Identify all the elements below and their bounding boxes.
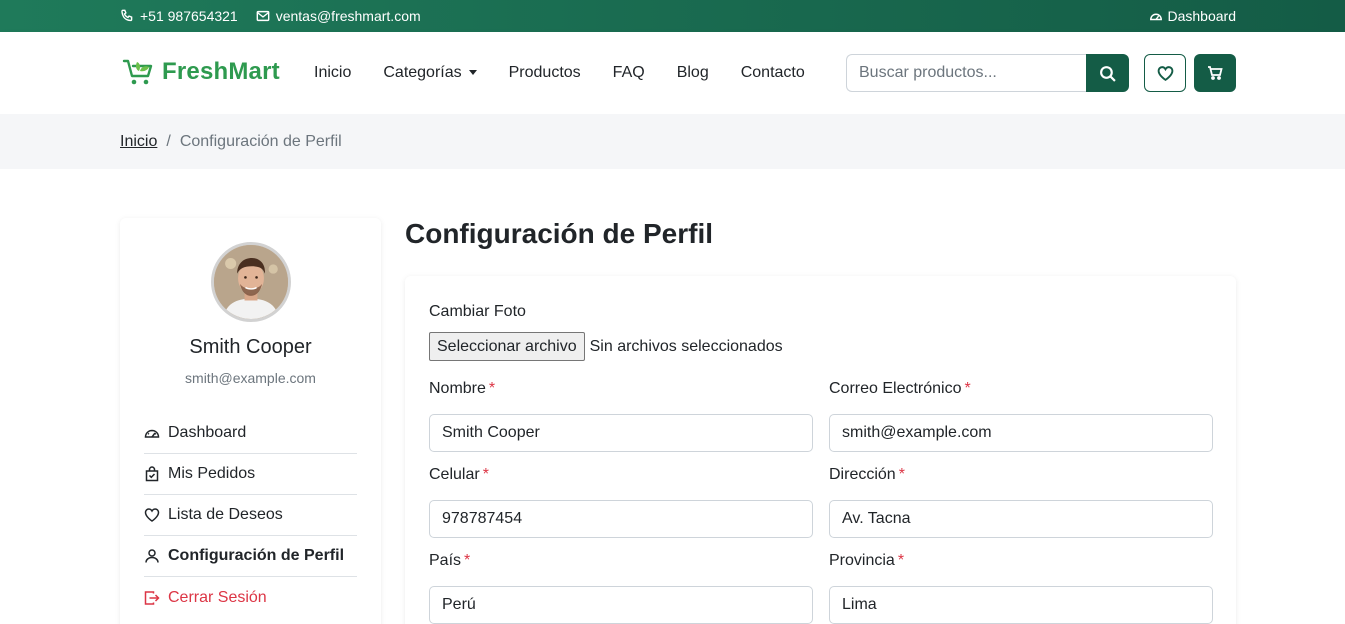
phone-text: +51 987654321 bbox=[140, 8, 238, 24]
nav-menu: Inicio Categorías Productos FAQ Blog Con… bbox=[314, 32, 805, 114]
pais-label: País * bbox=[429, 552, 813, 576]
required-mark: * bbox=[897, 552, 905, 569]
breadcrumb: Inicio / Configuración de Perfil bbox=[120, 114, 342, 169]
search-form bbox=[846, 54, 1129, 92]
nombre-label-text: Nombre bbox=[429, 380, 486, 397]
user-photo bbox=[214, 245, 288, 319]
nav-item-categorias[interactable]: Categorías bbox=[383, 64, 477, 82]
nombre-input[interactable] bbox=[429, 414, 813, 452]
required-mark: * bbox=[488, 380, 496, 397]
provincia-field-group: Provincia * bbox=[829, 552, 1213, 624]
shopping-cart-leaf-icon bbox=[122, 59, 153, 85]
provincia-label-text: Provincia bbox=[829, 552, 895, 569]
gauge-icon bbox=[1149, 13, 1162, 21]
user-name: Smith Cooper bbox=[189, 336, 312, 358]
celular-field-group: Celular * bbox=[429, 466, 813, 538]
heart-icon bbox=[144, 508, 160, 522]
person-icon bbox=[145, 549, 159, 563]
direccion-field-group: Dirección * bbox=[829, 466, 1213, 538]
search-input[interactable] bbox=[846, 54, 1086, 92]
photo-label: Cambiar Foto bbox=[429, 303, 526, 320]
wishlist-button[interactable] bbox=[1144, 54, 1186, 92]
main-navbar: FreshMart Inicio Categorías Productos FA… bbox=[0, 32, 1345, 114]
profile-form-card: Cambiar Foto Seleccionar archivo Sin arc… bbox=[405, 276, 1236, 624]
user-email: smith@example.com bbox=[185, 370, 316, 386]
gauge-icon bbox=[144, 429, 160, 438]
breadcrumb-home-link[interactable]: Inicio bbox=[120, 133, 157, 151]
avatar bbox=[211, 242, 291, 322]
nombre-field-group: Nombre * bbox=[429, 380, 813, 452]
required-mark: * bbox=[898, 466, 905, 483]
pais-field-group: País * bbox=[429, 552, 813, 624]
select-file-button[interactable]: Seleccionar archivo bbox=[429, 332, 585, 361]
contact-phone[interactable]: +51 987654321 bbox=[120, 8, 238, 24]
sidebar-item-mis-pedidos[interactable]: Mis Pedidos bbox=[144, 454, 357, 495]
nav-item-categorias-label: Categorías bbox=[383, 64, 462, 81]
sidebar-item-label: Mis Pedidos bbox=[168, 465, 256, 482]
nav-item-inicio[interactable]: Inicio bbox=[314, 64, 351, 82]
brand-logo[interactable]: FreshMart bbox=[122, 56, 280, 88]
direccion-label: Dirección * bbox=[829, 466, 1213, 490]
breadcrumb-current: Configuración de Perfil bbox=[179, 132, 342, 150]
cart-icon bbox=[1208, 66, 1223, 80]
search-icon bbox=[1100, 65, 1116, 82]
caret-down-icon bbox=[468, 70, 477, 76]
nav-item-contacto[interactable]: Contacto bbox=[741, 64, 805, 82]
celular-label-text: Celular bbox=[429, 466, 480, 483]
correo-field-group: Correo Electrónico * bbox=[829, 380, 1213, 452]
correo-input[interactable] bbox=[829, 414, 1213, 452]
page-title: Configuración de Perfil bbox=[405, 218, 714, 249]
topbar-dashboard-link[interactable]: Dashboard bbox=[1149, 0, 1237, 32]
provincia-label: Provincia * bbox=[829, 552, 1213, 576]
topbar-dashboard-label: Dashboard bbox=[1167, 8, 1237, 24]
top-bar: +51 987654321 ventas@freshmart.com Dashb… bbox=[0, 0, 1345, 32]
celular-label: Celular * bbox=[429, 466, 813, 490]
cart-button[interactable] bbox=[1194, 54, 1236, 92]
logout-icon bbox=[144, 590, 160, 605]
contact-email[interactable]: ventas@freshmart.com bbox=[256, 8, 421, 24]
envelope-icon bbox=[256, 10, 270, 22]
nombre-label: Nombre * bbox=[429, 380, 813, 404]
account-menu: Dashboard Mis Pedidos Lista de Deseos Co… bbox=[144, 413, 357, 618]
sidebar-item-configuracion-de-perfil[interactable]: Configuración de Perfil bbox=[144, 536, 357, 577]
nav-item-faq[interactable]: FAQ bbox=[613, 64, 645, 82]
phone-icon bbox=[121, 9, 133, 22]
required-mark: * bbox=[464, 552, 471, 569]
search-button[interactable] bbox=[1086, 54, 1129, 92]
sidebar-item-cerrar-sesion[interactable]: Cerrar Sesión bbox=[144, 577, 357, 618]
direccion-input[interactable] bbox=[829, 500, 1213, 538]
email-text: ventas@freshmart.com bbox=[275, 8, 421, 24]
pais-input[interactable] bbox=[429, 586, 813, 624]
sidebar-item-lista-de-deseos[interactable]: Lista de Deseos bbox=[144, 495, 357, 536]
file-status: Sin archivos seleccionados bbox=[589, 337, 783, 355]
required-mark: * bbox=[964, 380, 971, 397]
account-sidebar: Smith Cooper smith@example.com Dashboard… bbox=[120, 218, 381, 624]
breadcrumb-bar: Inicio / Configuración de Perfil bbox=[0, 114, 1345, 169]
breadcrumb-separator: / bbox=[166, 132, 171, 150]
sidebar-item-label: Lista de Deseos bbox=[168, 506, 283, 523]
sidebar-item-label: Dashboard bbox=[168, 424, 247, 441]
bag-check-icon bbox=[145, 466, 159, 482]
celular-input[interactable] bbox=[429, 500, 813, 538]
sidebar-item-label: Cerrar Sesión bbox=[168, 588, 267, 606]
sidebar-item-label: Configuración de Perfil bbox=[168, 547, 345, 564]
provincia-input[interactable] bbox=[829, 586, 1213, 624]
direccion-label-text: Dirección bbox=[829, 466, 896, 483]
sidebar-item-dashboard[interactable]: Dashboard bbox=[144, 413, 357, 454]
correo-label: Correo Electrónico * bbox=[829, 380, 1213, 404]
correo-label-text: Correo Electrónico bbox=[829, 380, 962, 397]
photo-file-input: Seleccionar archivo Sin archivos selecci… bbox=[429, 332, 783, 361]
brand-name: FreshMart bbox=[162, 58, 280, 85]
nav-item-productos[interactable]: Productos bbox=[509, 64, 581, 82]
pais-label-text: País bbox=[429, 552, 462, 569]
required-mark: * bbox=[482, 466, 489, 483]
heart-icon bbox=[1157, 65, 1173, 81]
nav-item-blog[interactable]: Blog bbox=[677, 64, 709, 82]
